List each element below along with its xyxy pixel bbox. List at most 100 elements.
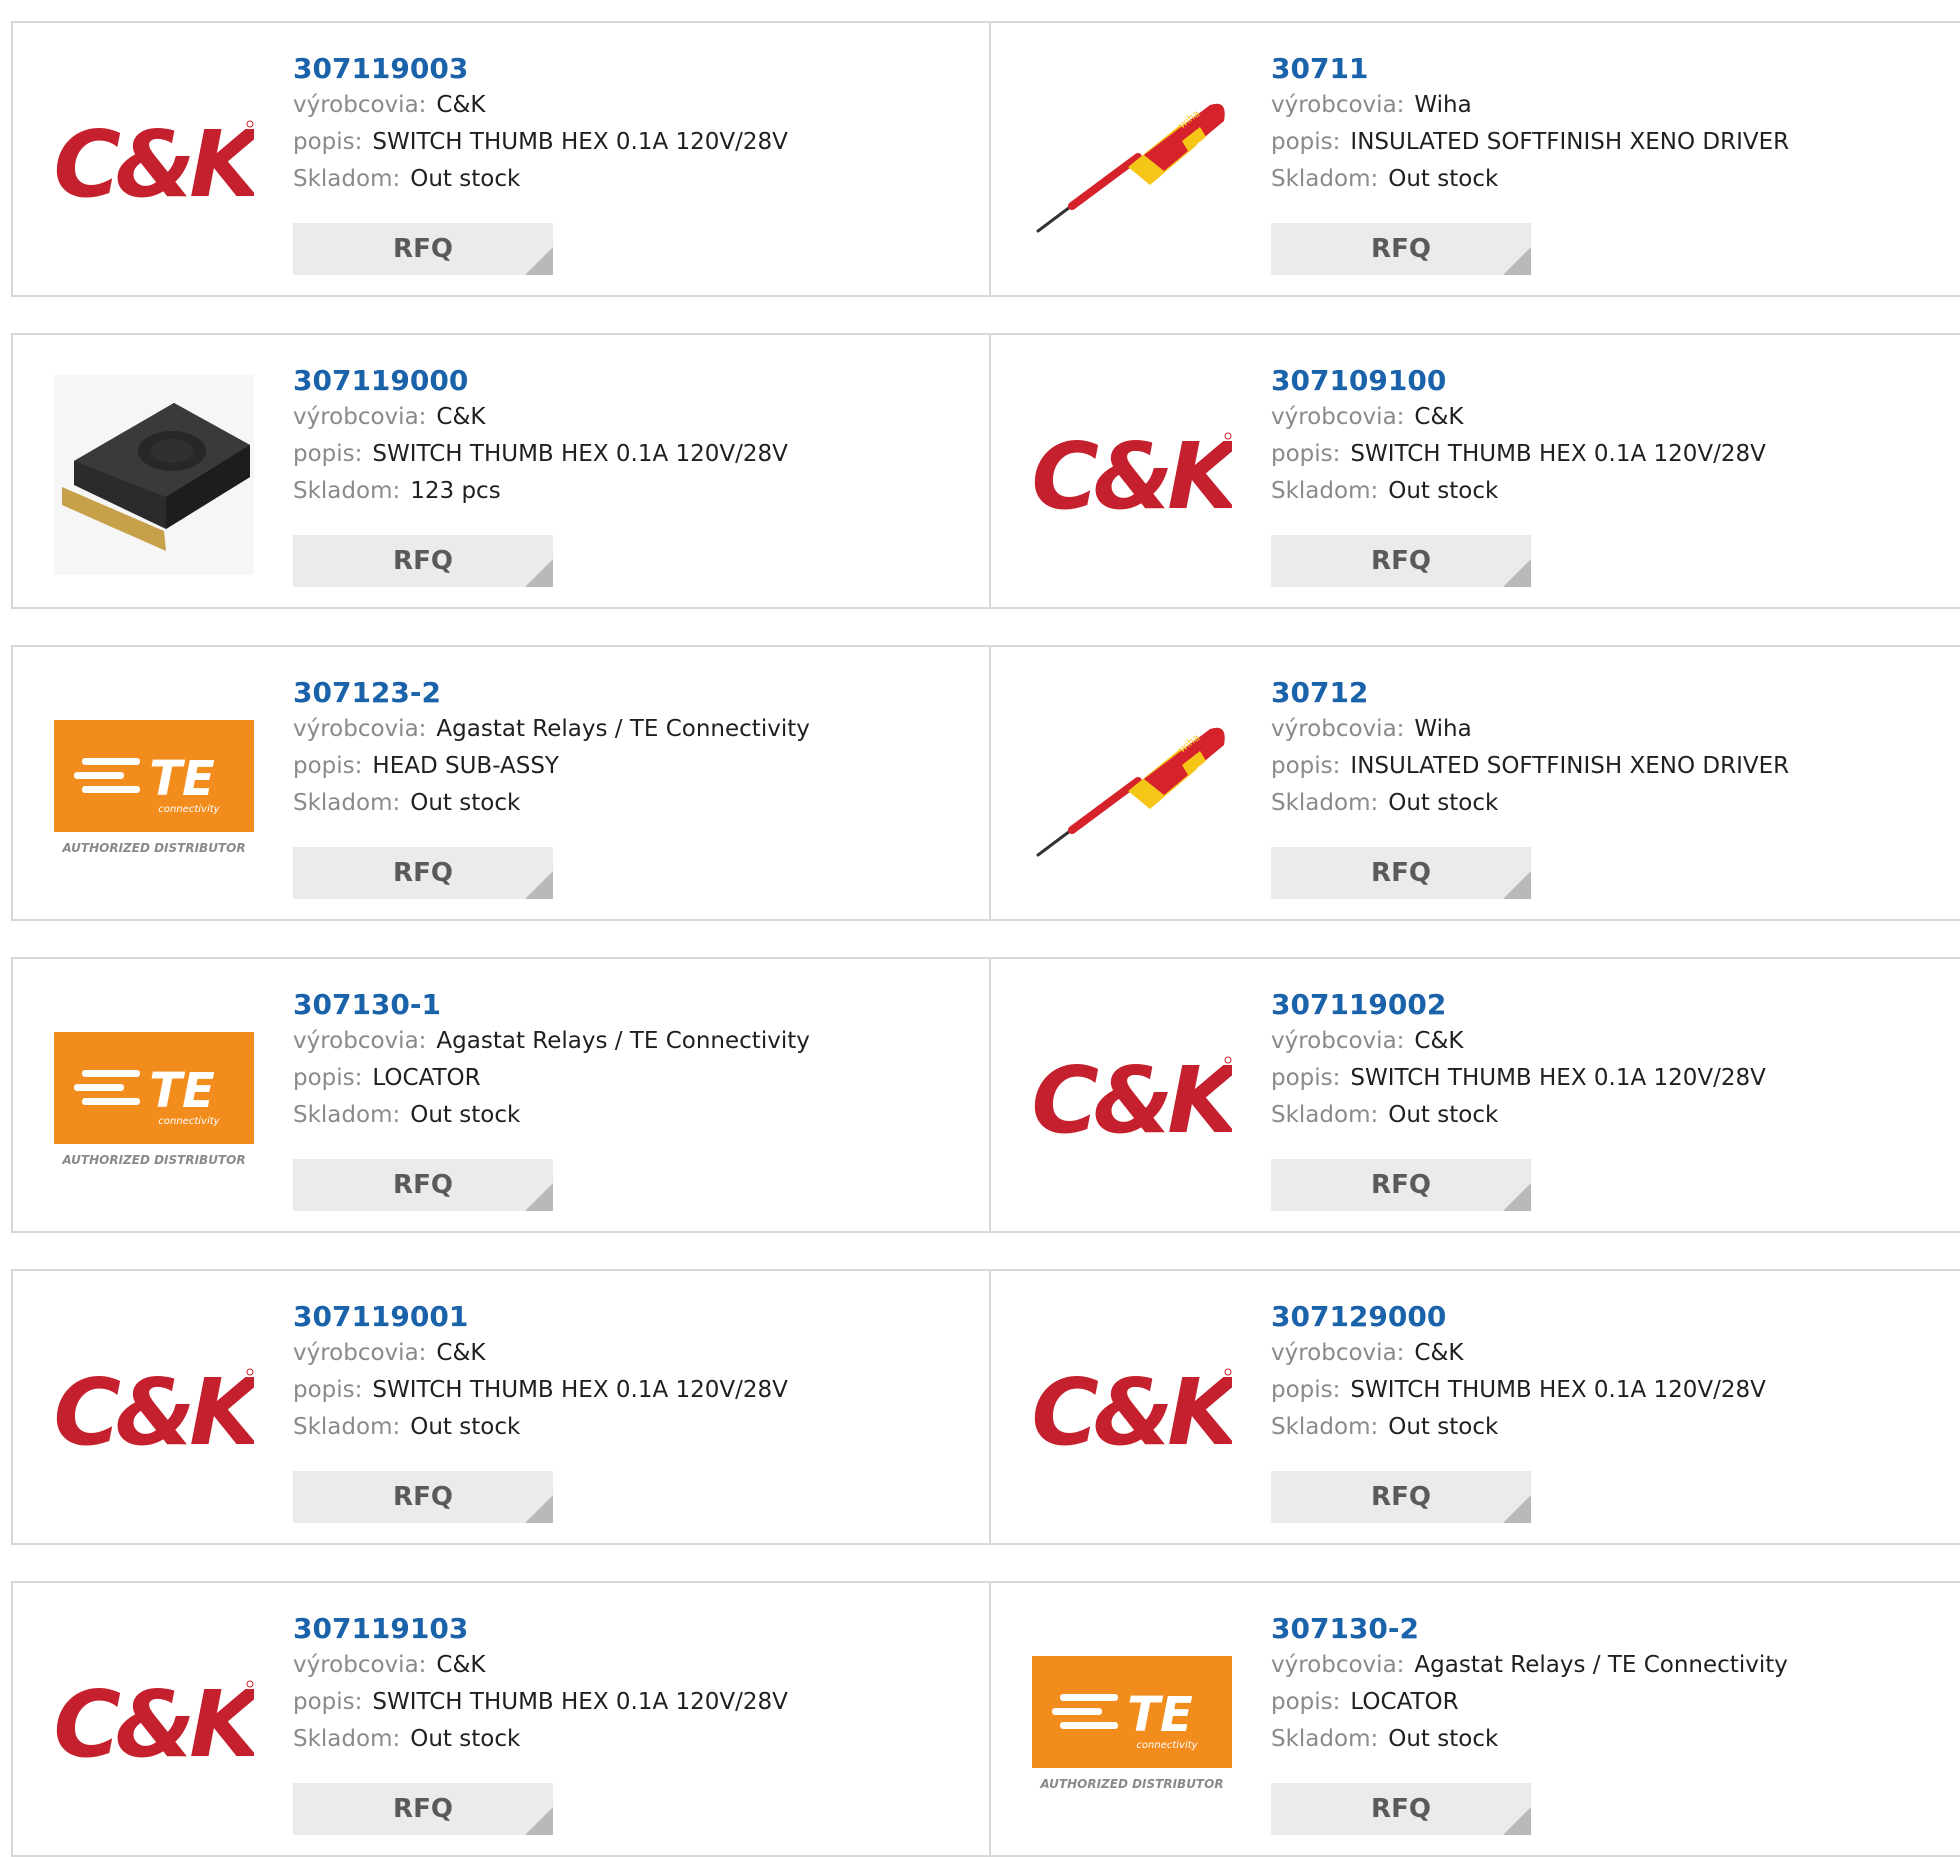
rfq-button[interactable]: RFQ [1271, 847, 1531, 899]
product-image-link[interactable]: wiha [1032, 63, 1232, 263]
rfq-button[interactable]: RFQ [1271, 1783, 1531, 1835]
rfq-button[interactable]: RFQ [1271, 1471, 1531, 1523]
stock-label: Skladom: [293, 1102, 401, 1128]
rfq-button[interactable]: RFQ [293, 847, 553, 899]
te-logo-subtext: connectivity [158, 804, 220, 815]
rfq-button[interactable]: RFQ [293, 1159, 553, 1211]
description-label: popis: [1271, 129, 1341, 155]
part-number-link[interactable]: 307119002 [1271, 987, 1766, 1023]
product-card: C&K 307129000 výrobcovia: C&K popis: SWITC… [989, 1269, 1960, 1545]
stock-label: Skladom: [1271, 1726, 1379, 1752]
product-image-link[interactable]: wiha [1032, 687, 1232, 887]
manufacturer-value: C&K [436, 1340, 486, 1366]
stock-row: Skladom: Out stock [1271, 161, 1789, 198]
te-distributor-text: AUTHORIZED DISTRIBUTOR [61, 1153, 245, 1167]
manufacturer-label: výrobcovia: [1271, 1340, 1405, 1366]
product-card: C&K 307119002 výrobcovia: C&K popis: SWITC… [989, 957, 1960, 1233]
part-number-link[interactable]: 307123-2 [293, 675, 810, 711]
part-number-link[interactable]: 307119001 [293, 1299, 788, 1335]
te-distributor-text: AUTHORIZED DISTRIBUTOR [61, 841, 245, 855]
product-image-link[interactable]: TE connectivity AUTHORIZED DISTRIBUTOR [54, 687, 254, 887]
rfq-label: RFQ [1371, 234, 1431, 264]
part-number-link[interactable]: 307130-2 [1271, 1611, 1788, 1647]
manufacturer-row: výrobcovia: C&K [1271, 1023, 1766, 1060]
description-row: popis: LOCATOR [1271, 1684, 1788, 1721]
stock-value: 123 pcs [410, 478, 501, 504]
description-value: SWITCH THUMB HEX 0.1A 120V/28V [372, 1377, 788, 1403]
rfq-corner-decoration [1503, 559, 1531, 587]
manufacturer-value: C&K [1414, 404, 1464, 430]
manufacturer-label: výrobcovia: [1271, 716, 1405, 742]
stock-row: Skladom: Out stock [293, 161, 788, 198]
stock-label: Skladom: [293, 478, 401, 504]
rfq-button[interactable]: RFQ [293, 535, 553, 587]
rfq-corner-decoration [525, 559, 553, 587]
manufacturer-label: výrobcovia: [1271, 1652, 1405, 1678]
rfq-corner-decoration [525, 1807, 553, 1835]
stock-label: Skladom: [293, 1414, 401, 1440]
part-number-link[interactable]: 30712 [1271, 675, 1789, 711]
part-number-link[interactable]: 307119003 [293, 51, 788, 87]
stock-row: Skladom: Out stock [293, 1097, 810, 1134]
description-value: INSULATED SOFTFINISH XENO DRIVER [1350, 129, 1790, 155]
rfq-label: RFQ [1371, 1170, 1431, 1200]
rfq-button[interactable]: RFQ [293, 223, 553, 275]
product-card: C&K 307119003 výrobcovia: C&K popis: SWITC… [11, 21, 991, 297]
stock-row: Skladom: 123 pcs [293, 473, 788, 510]
description-row: popis: LOCATOR [293, 1060, 810, 1097]
product-image-link[interactable]: C&K [54, 63, 254, 263]
part-number-link[interactable]: 307130-1 [293, 987, 810, 1023]
part-number-link[interactable]: 307129000 [1271, 1299, 1766, 1335]
product-image-link[interactable]: C&K [1032, 999, 1232, 1199]
manufacturer-label: výrobcovia: [1271, 92, 1405, 118]
product-image-link[interactable]: C&K [1032, 1311, 1232, 1511]
product-image-link[interactable]: C&K [54, 1311, 254, 1511]
stock-value: Out stock [410, 1726, 521, 1752]
description-row: popis: SWITCH THUMB HEX 0.1A 120V/28V [1271, 436, 1766, 473]
product-card: TE connectivity AUTHORIZED DISTRIBUTOR 3… [11, 957, 991, 1233]
rfq-corner-decoration [525, 1183, 553, 1211]
product-card: C&K 307109100 výrobcovia: C&K popis: SWITC… [989, 333, 1960, 609]
description-row: popis: SWITCH THUMB HEX 0.1A 120V/28V [293, 124, 788, 161]
manufacturer-row: výrobcovia: Agastat Relays / TE Connectiv… [1271, 1647, 1788, 1684]
ck-logo: C&K [54, 1359, 254, 1466]
product-image-link[interactable] [54, 375, 254, 575]
manufacturer-row: výrobcovia: C&K [293, 1647, 788, 1684]
manufacturer-value: Agastat Relays / TE Connectivity [436, 1028, 810, 1054]
part-number-link[interactable]: 30711 [1271, 51, 1789, 87]
product-info: 307119001 výrobcovia: C&K popis: SWITCH TH… [293, 1299, 788, 1446]
rfq-label: RFQ [393, 1482, 453, 1512]
manufacturer-label: výrobcovia: [1271, 1028, 1405, 1054]
product-image-link[interactable]: TE connectivity AUTHORIZED DISTRIBUTOR [1032, 1623, 1232, 1823]
product-image-link[interactable]: TE connectivity AUTHORIZED DISTRIBUTOR [54, 999, 254, 1199]
rfq-button[interactable]: RFQ [1271, 535, 1531, 587]
description-value: SWITCH THUMB HEX 0.1A 120V/28V [1350, 441, 1766, 467]
description-row: popis: SWITCH THUMB HEX 0.1A 120V/28V [1271, 1372, 1766, 1409]
description-value: HEAD SUB-ASSY [372, 753, 559, 779]
rfq-button[interactable]: RFQ [293, 1783, 553, 1835]
product-info: 30712 výrobcovia: Wiha popis: INSULATED SO… [1271, 675, 1789, 822]
manufacturer-row: výrobcovia: Agastat Relays / TE Connectiv… [293, 711, 810, 748]
manufacturer-value: C&K [1414, 1028, 1464, 1054]
part-number-link[interactable]: 307119000 [293, 363, 788, 399]
stock-value: Out stock [1388, 166, 1499, 192]
product-info: 307119003 výrobcovia: C&K popis: SWITCH TH… [293, 51, 788, 198]
part-number-link[interactable]: 307119103 [293, 1611, 788, 1647]
stock-value: Out stock [1388, 1102, 1499, 1128]
part-number-link[interactable]: 307109100 [1271, 363, 1766, 399]
manufacturer-value: C&K [436, 1652, 486, 1678]
manufacturer-label: výrobcovia: [293, 1028, 427, 1054]
stock-value: Out stock [1388, 1726, 1499, 1752]
ck-logo-text: C&K [54, 1671, 254, 1778]
rfq-button[interactable]: RFQ [1271, 223, 1531, 275]
stock-label: Skladom: [293, 790, 401, 816]
description-value: LOCATOR [1350, 1689, 1459, 1715]
rfq-button[interactable]: RFQ [1271, 1159, 1531, 1211]
rfq-label: RFQ [1371, 858, 1431, 888]
manufacturer-label: výrobcovia: [293, 1340, 427, 1366]
te-distributor-logo: TE connectivity AUTHORIZED DISTRIBUTOR [54, 720, 254, 855]
product-image-link[interactable]: C&K [54, 1623, 254, 1823]
rfq-button[interactable]: RFQ [293, 1471, 553, 1523]
product-image-link[interactable]: C&K [1032, 375, 1232, 575]
ck-logo-text: C&K [54, 111, 254, 218]
